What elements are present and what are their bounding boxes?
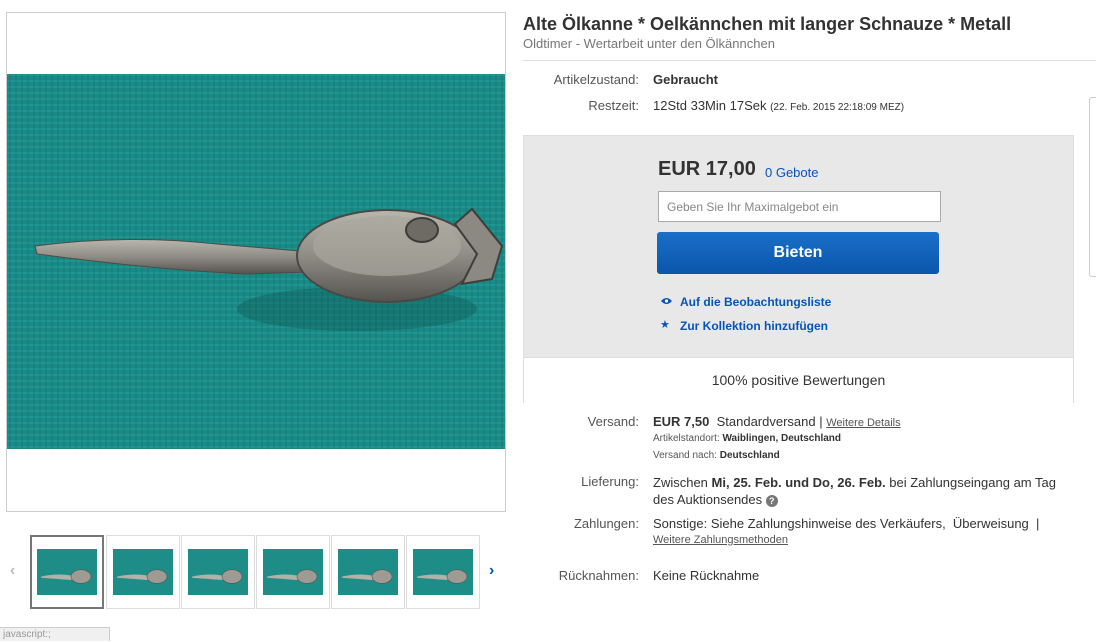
main-image-panel[interactable]: [6, 12, 506, 512]
thumbnail[interactable]: [331, 535, 405, 609]
thumbnail-image: [413, 549, 473, 595]
item-location: Artikelstandort: Waiblingen, Deutschland: [653, 433, 841, 444]
thumbnail[interactable]: [181, 535, 255, 609]
add-to-collection-link[interactable]: Zur Kollektion hinzufügen: [680, 319, 828, 333]
payments-value: Sonstige: Siehe Zahlungshinweise des Ver…: [653, 516, 1040, 531]
shipping-value: EUR 7,50 Standardversand | Weitere Detai…: [653, 414, 901, 429]
thumbnail-image: [338, 549, 398, 595]
thumbnail-next-arrow[interactable]: ›: [489, 562, 494, 580]
thumbnail-image: [37, 549, 97, 595]
divider: [523, 60, 1096, 61]
thumbnail-image: [188, 549, 248, 595]
shipping-details-link[interactable]: Weitere Details: [826, 417, 900, 429]
ships-to-label: Versand nach:: [653, 450, 717, 461]
delivery-value: Zwischen Mi, 25. Feb. und Do, 26. Feb. b…: [653, 474, 1073, 508]
time-left-label: Restzeit:: [588, 98, 639, 113]
item-subtitle: Oldtimer - Wertarbeit unter den Ölkännch…: [523, 36, 775, 51]
watchlist-link[interactable]: Auf die Beobachtungsliste: [680, 295, 831, 309]
star-icon: ★: [660, 319, 670, 331]
max-bid-input[interactable]: [658, 191, 941, 222]
shipping-price: EUR 7,50: [653, 414, 710, 429]
thumbnail[interactable]: [256, 535, 330, 609]
delivery-dates: Mi, 25. Feb. und Do, 26. Feb.: [711, 475, 886, 490]
delivery-suffix: bei Zahlungseingang am Tag: [889, 475, 1056, 490]
shipping-service: Standardversand |: [716, 414, 823, 429]
oil-can-image: [7, 74, 505, 449]
returns-value: Keine Rücknahme: [653, 568, 760, 583]
delivery-label: Lieferung:: [581, 474, 639, 489]
thumbnail[interactable]: [106, 535, 180, 609]
thumbnail-image: [263, 549, 323, 595]
returns-label: Rücknahmen:: [558, 568, 639, 583]
time-left-countdown: 12Std 33Min 17Sek: [653, 98, 767, 113]
item-photo[interactable]: [7, 74, 505, 449]
thumbnail[interactable]: [406, 535, 480, 609]
seller-feedback: 100% positive Bewertungen: [524, 357, 1073, 403]
condition-label: Artikelzustand:: [553, 72, 639, 87]
browser-status-bar: javascript:;: [0, 627, 110, 641]
time-left-value: 12Std 33Min 17Sek (22. Feb. 2015 22:18:0…: [653, 98, 904, 113]
item-location-value: Waiblingen, Deutschland: [722, 433, 842, 444]
ships-to-value: Deutschland: [719, 450, 780, 461]
help-icon[interactable]: ?: [765, 494, 778, 507]
delivery-line2: des Auktionsendes: [653, 492, 763, 507]
eye-icon: [661, 296, 672, 308]
item-location-label: Artikelstandort:: [653, 433, 720, 444]
item-title: Alte Ölkanne * Oelkännchen mit langer Sc…: [523, 14, 1012, 34]
delivery-prefix: Zwischen: [653, 475, 708, 490]
more-payment-methods-link[interactable]: Weitere Zahlungsmethoden: [653, 534, 788, 546]
shipping-label: Versand:: [587, 414, 639, 429]
payments-label: Zahlungen:: [573, 516, 639, 531]
condition-value: Gebraucht: [653, 72, 719, 87]
thumbnail-image: [113, 549, 173, 595]
thumbnail-prev-arrow[interactable]: ‹: [10, 562, 15, 580]
ships-to: Versand nach: Deutschland: [653, 450, 780, 461]
current-price: EUR 17,00: [658, 158, 756, 180]
auction-end-date: (22. Feb. 2015 22:18:09 MEZ): [770, 102, 905, 113]
thumbnail[interactable]: [30, 535, 104, 609]
bid-count-link[interactable]: 0 Gebote: [765, 165, 819, 180]
bid-button[interactable]: Bieten: [657, 232, 939, 274]
bid-box: EUR 17,00 0 Gebote Bieten Auf die Beobac…: [523, 135, 1074, 403]
side-panel-edge: [1089, 97, 1096, 277]
